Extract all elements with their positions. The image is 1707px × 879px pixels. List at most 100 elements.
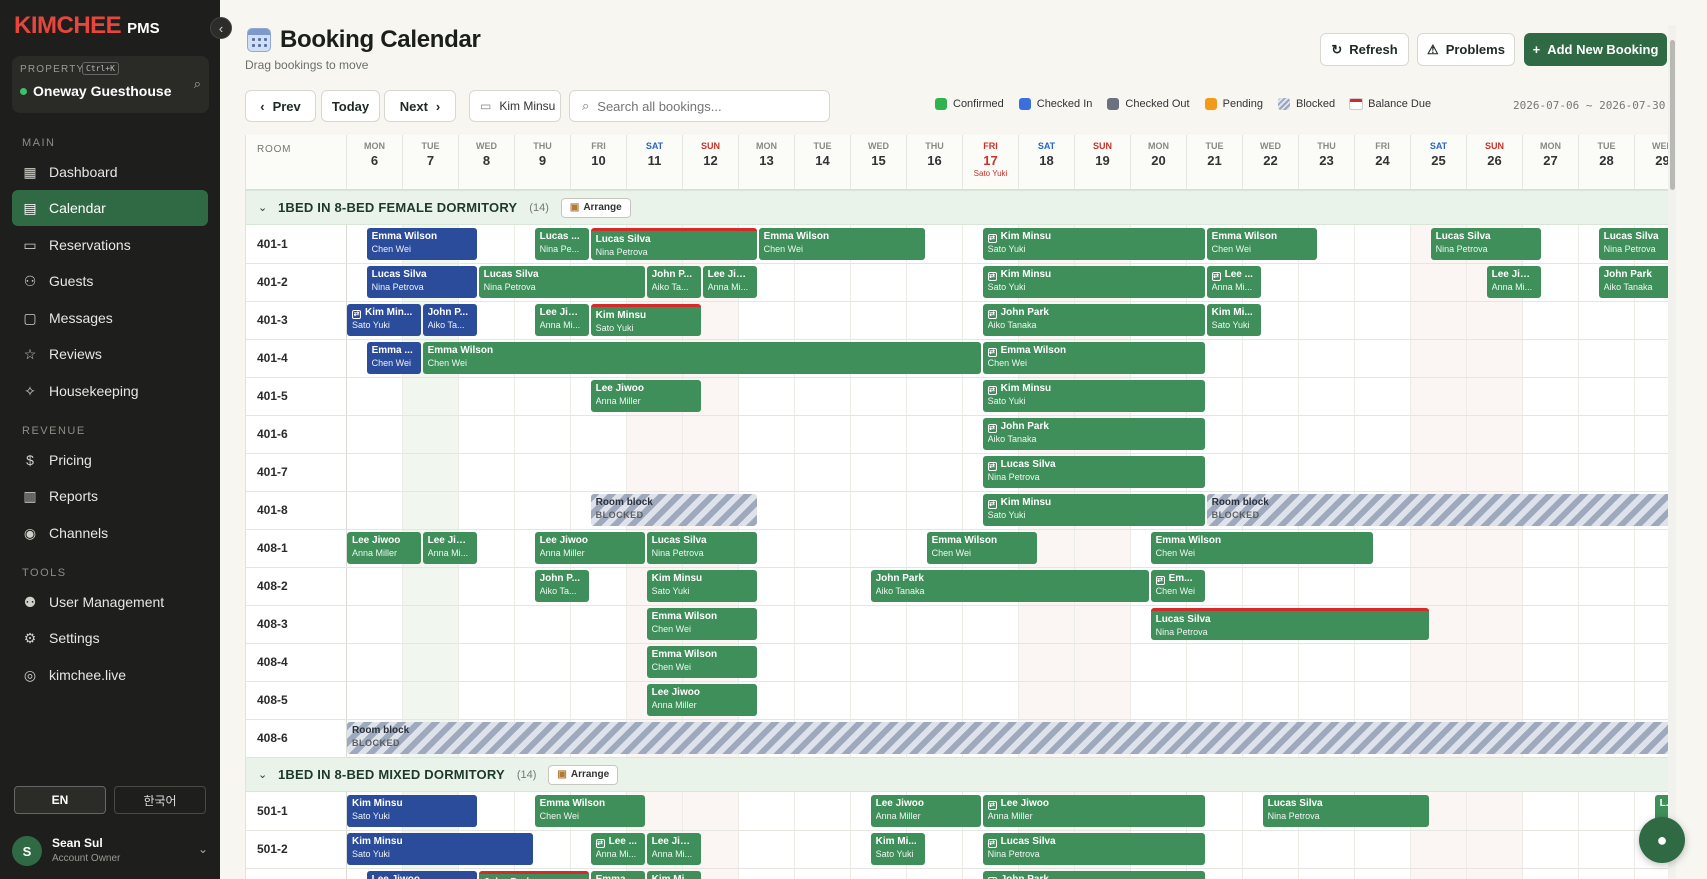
day-header[interactable]: SAT 18	[1018, 135, 1074, 190]
booking-bar[interactable]: Emma Wilson Chen Wei	[534, 795, 645, 827]
sidebar-item-reviews[interactable]: ☆ Reviews	[12, 336, 208, 372]
day-header[interactable]: THU 23	[1298, 135, 1354, 190]
booking-bar[interactable]: Kim Mi... Sato Yuki	[1206, 304, 1261, 336]
booking-bar[interactable]: ⇄ Emma Wilson Chen Wei	[982, 342, 1205, 374]
booking-bar[interactable]: Emma Wilson Chen Wei	[646, 608, 757, 640]
collapse-sidebar-button[interactable]: ‹	[210, 17, 232, 39]
booking-bar[interactable]: ⇄ Kim Minsu Sato Yuki	[982, 228, 1205, 260]
booking-bar[interactable]: Lee Jiwoo Anna Miller	[347, 532, 421, 564]
booking-bar[interactable]: Emma Wilson Chen Wei	[758, 228, 925, 260]
room-block-bar[interactable]: Room block BLOCKED	[590, 494, 757, 526]
day-header[interactable]: TUE 21	[1186, 135, 1242, 190]
booking-bar[interactable]: Lee Jiwoo	[366, 871, 477, 879]
booking-calendar-grid[interactable]: ROOM MON 6 TUE 7 WED 8 THU 9 FRI 10 SAT 11 SUN 12 MON 1…	[245, 135, 1668, 879]
day-header[interactable]: WED 8	[458, 135, 514, 190]
next-button[interactable]: Next ›	[384, 90, 456, 122]
sidebar-item-pricing[interactable]: $ Pricing	[12, 442, 208, 478]
day-header[interactable]: MON 13	[738, 135, 794, 190]
sidebar-item-reports[interactable]: ▥ Reports	[12, 478, 208, 514]
booking-bar[interactable]: Emma Wilson Chen Wei	[366, 228, 477, 260]
sidebar-item-messages[interactable]: ▢ Messages	[12, 300, 208, 336]
sidebar-item-user-management[interactable]: ⚉ User Management	[12, 584, 208, 620]
sidebar-item-kimchee-live[interactable]: ◎ kimchee.live	[12, 657, 208, 693]
booking-bar[interactable]: Lucas Silva Nina Petrova	[366, 266, 477, 298]
sidebar-item-dashboard[interactable]: ▦ Dashboard	[12, 154, 208, 190]
booking-bar[interactable]: Emma Wilson Chen Wei	[646, 646, 757, 678]
booking-bar[interactable]: Lee Jiw... Anna Mi...	[422, 532, 477, 564]
day-header[interactable]: WED 29	[1634, 135, 1668, 190]
booking-bar[interactable]: ⇄ John Park Aiko Tanaka	[982, 304, 1205, 336]
booking-bar[interactable]: Lee Jiw... Anna Mi...	[702, 266, 757, 298]
booking-bar[interactable]: ⇄ John Park Aiko Tanaka	[982, 418, 1205, 450]
booking-bar[interactable]: Lee Jiw... Anna Mi...	[646, 833, 701, 865]
booking-bar[interactable]: John P... Aiko Ta...	[534, 570, 589, 602]
chevron-down-icon[interactable]: ⌄	[258, 201, 272, 214]
booking-bar[interactable]: Emma Wilson Chen Wei	[1150, 532, 1373, 564]
day-header[interactable]: WED 22	[1242, 135, 1298, 190]
day-header[interactable]: SUN 12	[682, 135, 738, 190]
booking-bar[interactable]: John Park	[478, 871, 589, 879]
booking-bar[interactable]: Lee Jiwoo Anna Miller	[590, 380, 701, 412]
booking-bar[interactable]: Lee Jiw... Anna Mi...	[534, 304, 589, 336]
day-header[interactable]: TUE 7	[402, 135, 458, 190]
booking-bar[interactable]: ⇄John Park	[982, 871, 1205, 879]
property-switcher[interactable]: PROPERTY Ctrl+K Oneway Guesthouse ⌕	[12, 56, 209, 113]
day-header[interactable]: WED 15	[850, 135, 906, 190]
day-header[interactable]: FRI 17 Sato Yuki	[962, 135, 1018, 190]
today-button[interactable]: Today	[321, 90, 380, 122]
booking-bar[interactable]: ⇄ Kim Minsu Sato Yuki	[982, 266, 1205, 298]
booking-bar[interactable]: Lucas Silva Nina Petrova	[1430, 228, 1541, 260]
booking-bar[interactable]: ⇄ Lee Jiwoo Anna Miller	[982, 795, 1205, 827]
booking-bar[interactable]: Lucas Silva Nina Petrova	[590, 228, 757, 260]
sidebar-item-settings[interactable]: ⚙ Settings	[12, 620, 208, 656]
booking-bar[interactable]: Lee Jiwoo Anna Miller	[646, 684, 757, 716]
booking-bar[interactable]: Kim Mi... Sato Yuki	[870, 833, 925, 865]
room-type-section-header[interactable]: ⌄ 1BED IN 8-BED FEMALE DORMITORY (14) ▣ Arra…	[246, 190, 1668, 225]
booking-bar[interactable]: Kim Minsu Sato Yuki	[590, 304, 701, 336]
room-type-section-header[interactable]: ⌄ 1BED IN 8-BED MIXED DORMITORY (14) ▣ Arran…	[246, 757, 1668, 792]
prev-button[interactable]: ‹ Prev	[245, 90, 316, 122]
sidebar-item-channels[interactable]: ◉ Channels	[12, 515, 208, 551]
search-icon[interactable]: ⌕	[194, 76, 201, 92]
booking-bar[interactable]: ⇄ Kim Minsu Sato Yuki	[982, 380, 1205, 412]
day-header[interactable]: MON 20	[1130, 135, 1186, 190]
guest-filter-chip[interactable]: ▭ Kim Minsu	[469, 90, 561, 122]
sidebar-item-calendar[interactable]: ▤ Calendar	[12, 190, 208, 226]
booking-bar[interactable]: Kim Minsu Sato Yuki	[646, 570, 757, 602]
problems-button[interactable]: ⚠ Problems	[1417, 33, 1515, 66]
chat-button[interactable]: ●	[1639, 817, 1685, 863]
day-header[interactable]: THU 9	[514, 135, 570, 190]
booking-bar[interactable]: Lee Jiw... Anna Mi...	[1486, 266, 1541, 298]
day-header[interactable]: SUN 26	[1466, 135, 1522, 190]
booking-bar[interactable]: Emma Wilson Chen Wei	[422, 342, 981, 374]
booking-bar[interactable]: Lucas Silva Nina Petrova	[646, 532, 757, 564]
day-header[interactable]: FRI 24	[1354, 135, 1410, 190]
day-header[interactable]: TUE 28	[1578, 135, 1634, 190]
refresh-button[interactable]: ↻ Refresh	[1320, 33, 1409, 66]
booking-bar[interactable]: Emma Wilson Chen Wei	[926, 532, 1037, 564]
day-header[interactable]: SAT 25	[1410, 135, 1466, 190]
booking-bar[interactable]: ⇄ Lucas Silva Nina Petrova	[982, 456, 1205, 488]
search-input[interactable]	[597, 98, 798, 114]
account-menu[interactable]: S Sean Sul Account Owner ⌄	[12, 834, 212, 868]
booking-bar[interactable]: ⇄ Kim Min... Sato Yuki	[347, 304, 421, 336]
booking-bar[interactable]: John Park Aiko Tanaka	[870, 570, 1149, 602]
booking-bar[interactable]: Lee Jiwoo Anna Miller	[534, 532, 645, 564]
booking-bar[interactable]: Emma ...	[590, 871, 645, 879]
booking-bar[interactable]: Kim Mi...	[646, 871, 701, 879]
booking-bar[interactable]: ⇄ Lucas Silva Nina Petrova	[982, 833, 1205, 865]
day-header[interactable]: TUE 14	[794, 135, 850, 190]
logo[interactable]: KIMCHEE PMS	[14, 12, 160, 40]
booking-bar[interactable]: ⇄ Lee ... Anna Mi...	[1206, 266, 1261, 298]
booking-bar[interactable]: ⇄ Lee ... Anna Mi...	[590, 833, 645, 865]
day-header[interactable]: MON 6	[346, 135, 402, 190]
search-box[interactable]: ⌕	[569, 90, 830, 122]
language-en-button[interactable]: EN	[14, 786, 106, 814]
sidebar-item-housekeeping[interactable]: ✧ Housekeeping	[12, 373, 208, 409]
language-ko-button[interactable]: 한국어	[114, 786, 206, 814]
day-header[interactable]: SAT 11	[626, 135, 682, 190]
booking-bar[interactable]: Lucas Silva Nina Petrova	[1150, 608, 1429, 640]
booking-bar[interactable]: John P... Aiko Ta...	[646, 266, 701, 298]
room-block-bar[interactable]: Room block BLOCKED	[347, 722, 1668, 754]
booking-bar[interactable]: Lucas Silva Nina Petrova	[1598, 228, 1668, 260]
